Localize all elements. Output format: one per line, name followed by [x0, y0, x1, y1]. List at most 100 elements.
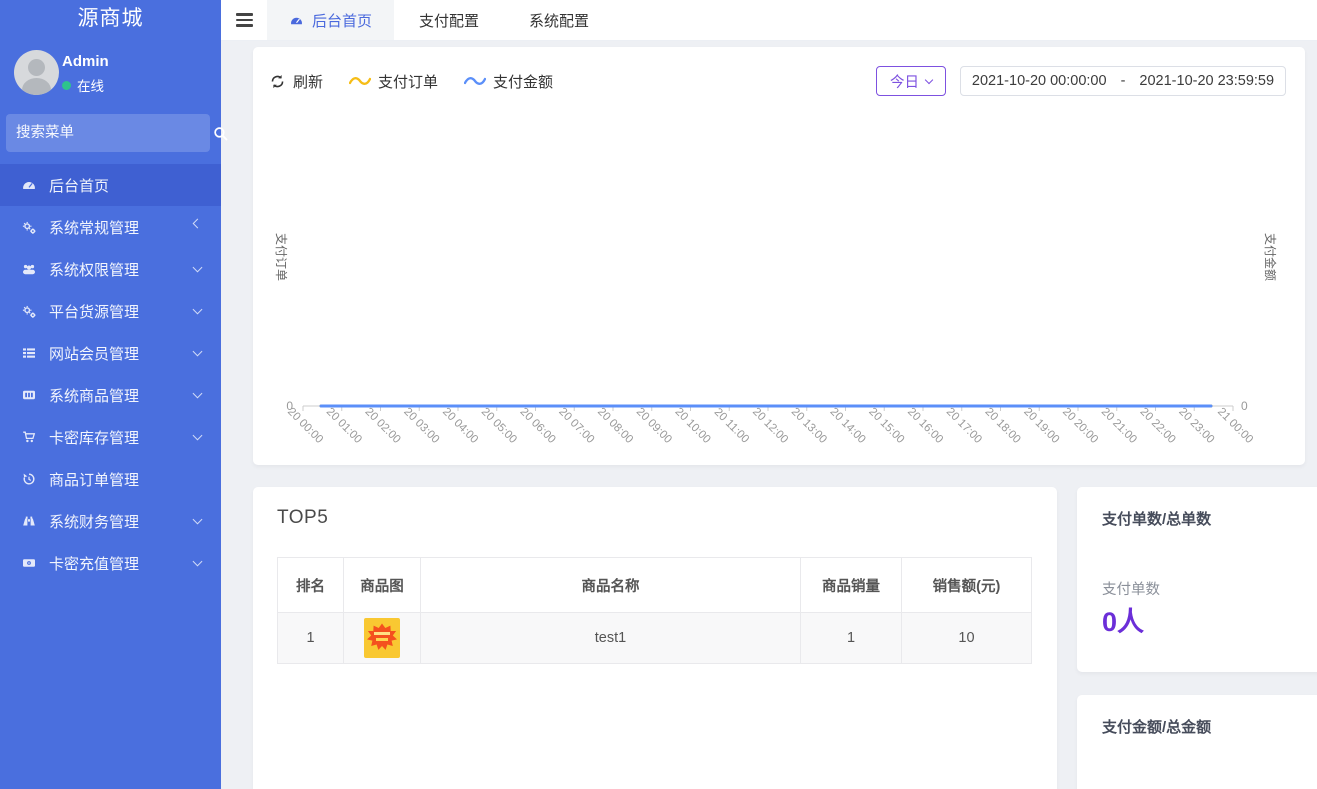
history-icon	[20, 472, 37, 487]
dashboard-icon	[289, 14, 304, 27]
tab-label: 支付配置	[419, 10, 479, 31]
svg-text:20 15:00: 20 15:00	[866, 406, 906, 446]
sidebar-item-label: 系统商品管理	[49, 385, 139, 406]
avatar-head	[28, 59, 45, 76]
gears-icon	[20, 304, 37, 319]
col-image: 商品图	[344, 558, 421, 613]
svg-text:20 13:00: 20 13:00	[789, 406, 829, 446]
cell-rank: 1	[278, 613, 344, 664]
cart-icon	[20, 430, 37, 445]
line-chart: 20 00:0020 01:0020 02:0020 03:0020 04:00…	[253, 97, 1305, 465]
card-title: 支付金额/总金额	[1102, 716, 1211, 737]
tab-dashboard[interactable]: 后台首页	[267, 0, 394, 40]
tab-label: 系统配置	[529, 10, 589, 31]
chevron-left-icon	[193, 389, 203, 399]
users-icon	[20, 262, 37, 277]
svg-text:20 07:00: 20 07:00	[556, 406, 596, 446]
svg-text:0: 0	[286, 399, 293, 413]
date-preset-label: 今日	[890, 71, 919, 92]
main-content: 刷新 支付订单 支付金额 今日 2021-10-20 00:00:00 - 2	[221, 41, 1317, 789]
sidebar-item-label: 网站会员管理	[49, 343, 139, 364]
col-amount: 销售额(元)	[902, 558, 1032, 613]
refresh-button[interactable]: 刷新	[270, 71, 323, 92]
legend-pay-orders[interactable]: 支付订单	[349, 71, 438, 92]
svg-text:20 23:00: 20 23:00	[1176, 406, 1216, 446]
sidebar-item-goods[interactable]: 系统商品管理	[0, 374, 221, 416]
cell-image	[344, 613, 421, 664]
sidebar-search	[6, 114, 210, 152]
sidebar-item-label: 卡密充值管理	[49, 553, 139, 574]
tab-system-config[interactable]: 系统配置	[504, 0, 614, 40]
user-status: 在线	[62, 75, 104, 95]
hamburger-icon[interactable]	[221, 0, 267, 40]
sidebar-item-orders[interactable]: 商品订单管理	[0, 458, 221, 500]
legend-pay-amount[interactable]: 支付金额	[464, 71, 553, 92]
date-separator: -	[1121, 73, 1126, 89]
avatar[interactable]	[14, 50, 59, 95]
table-header-row: 排名 商品图 商品名称 商品销量 销售额(元)	[278, 558, 1032, 613]
chevron-left-icon	[193, 515, 203, 525]
top5-title: TOP5	[277, 507, 328, 529]
pay-amount-card: 支付金额/总金额	[1077, 695, 1317, 789]
sidebar-item-card-stock[interactable]: 卡密库存管理	[0, 416, 221, 458]
metric-label: 支付单数	[1102, 578, 1160, 599]
cell-name: test1	[421, 613, 801, 664]
svg-text:20 16:00: 20 16:00	[905, 406, 945, 446]
brand-title: 源商城	[0, 0, 221, 41]
svg-text:20 18:00: 20 18:00	[983, 406, 1023, 446]
metric-value: 0人	[1102, 600, 1144, 639]
svg-text:20 21:00: 20 21:00	[1099, 406, 1139, 446]
sidebar-item-permissions[interactable]: 系统权限管理	[0, 248, 221, 290]
date-range-input[interactable]: 2021-10-20 00:00:00 - 2021-10-20 23:59:5…	[960, 66, 1286, 96]
sidebar-item-finance[interactable]: 系统财务管理	[0, 500, 221, 542]
chevron-down-icon	[925, 75, 933, 83]
svg-text:20 03:00: 20 03:00	[401, 406, 441, 446]
topbar: 后台首页 支付配置 系统配置	[221, 0, 1317, 41]
tab-payment-config[interactable]: 支付配置	[394, 0, 504, 40]
sidebar-item-label: 商品订单管理	[49, 469, 139, 490]
card-title: 支付单数/总单数	[1102, 508, 1211, 529]
chart-header: 刷新 支付订单 支付金额	[270, 66, 553, 96]
sidebar-menu: 后台首页 系统常规管理 系统权限管理 平台货源管理	[0, 164, 221, 584]
date-start: 2021-10-20 00:00:00	[972, 73, 1107, 89]
chevron-left-icon	[193, 305, 203, 315]
svg-text:支付金额: 支付金额	[1263, 233, 1278, 281]
svg-text:20 12:00: 20 12:00	[750, 406, 790, 446]
recharge-icon	[20, 556, 37, 571]
sidebar-item-members[interactable]: 网站会员管理	[0, 332, 221, 374]
sidebar-item-label: 系统财务管理	[49, 511, 139, 532]
binoculars-icon	[20, 514, 37, 529]
legend-label: 支付订单	[378, 71, 438, 92]
gears-icon	[20, 220, 37, 235]
date-end: 2021-10-20 23:59:59	[1139, 73, 1274, 89]
sidebar-item-system-general[interactable]: 系统常规管理	[0, 206, 221, 248]
search-icon[interactable]	[213, 114, 228, 152]
refresh-icon	[270, 74, 285, 89]
svg-text:支付订单: 支付订单	[274, 233, 288, 281]
sidebar: 源商城 Admin 在线 后台首页 系统常规管理	[0, 0, 221, 789]
svg-text:20 17:00: 20 17:00	[944, 406, 984, 446]
sidebar-item-supply[interactable]: 平台货源管理	[0, 290, 221, 332]
col-name: 商品名称	[421, 558, 801, 613]
svg-text:21 00:00: 21 00:00	[1215, 406, 1255, 446]
table-row: 1 test1 1 10	[278, 613, 1032, 664]
svg-text:20 02:00: 20 02:00	[363, 406, 403, 446]
col-rank: 排名	[278, 558, 344, 613]
svg-text:20 20:00: 20 20:00	[1060, 406, 1100, 446]
sidebar-item-dashboard[interactable]: 后台首页	[0, 164, 221, 206]
search-input[interactable]	[6, 114, 213, 152]
legend-label: 支付金额	[493, 71, 553, 92]
sidebar-item-recharge[interactable]: 卡密充值管理	[0, 542, 221, 584]
avatar-body	[22, 78, 51, 95]
svg-text:20 06:00: 20 06:00	[518, 406, 558, 446]
svg-text:20 19:00: 20 19:00	[1021, 406, 1061, 446]
sidebar-item-label: 后台首页	[49, 175, 109, 196]
date-preset-select[interactable]: 今日	[876, 66, 946, 96]
svg-text:20 08:00: 20 08:00	[595, 406, 635, 446]
product-thumbnail	[364, 618, 400, 658]
svg-text:0: 0	[1241, 399, 1248, 413]
svg-text:20 14:00: 20 14:00	[828, 406, 868, 446]
chevron-down-icon	[193, 219, 203, 229]
tab-label: 后台首页	[312, 10, 372, 31]
chart-card: 刷新 支付订单 支付金额 今日 2021-10-20 00:00:00 - 2	[253, 47, 1305, 465]
